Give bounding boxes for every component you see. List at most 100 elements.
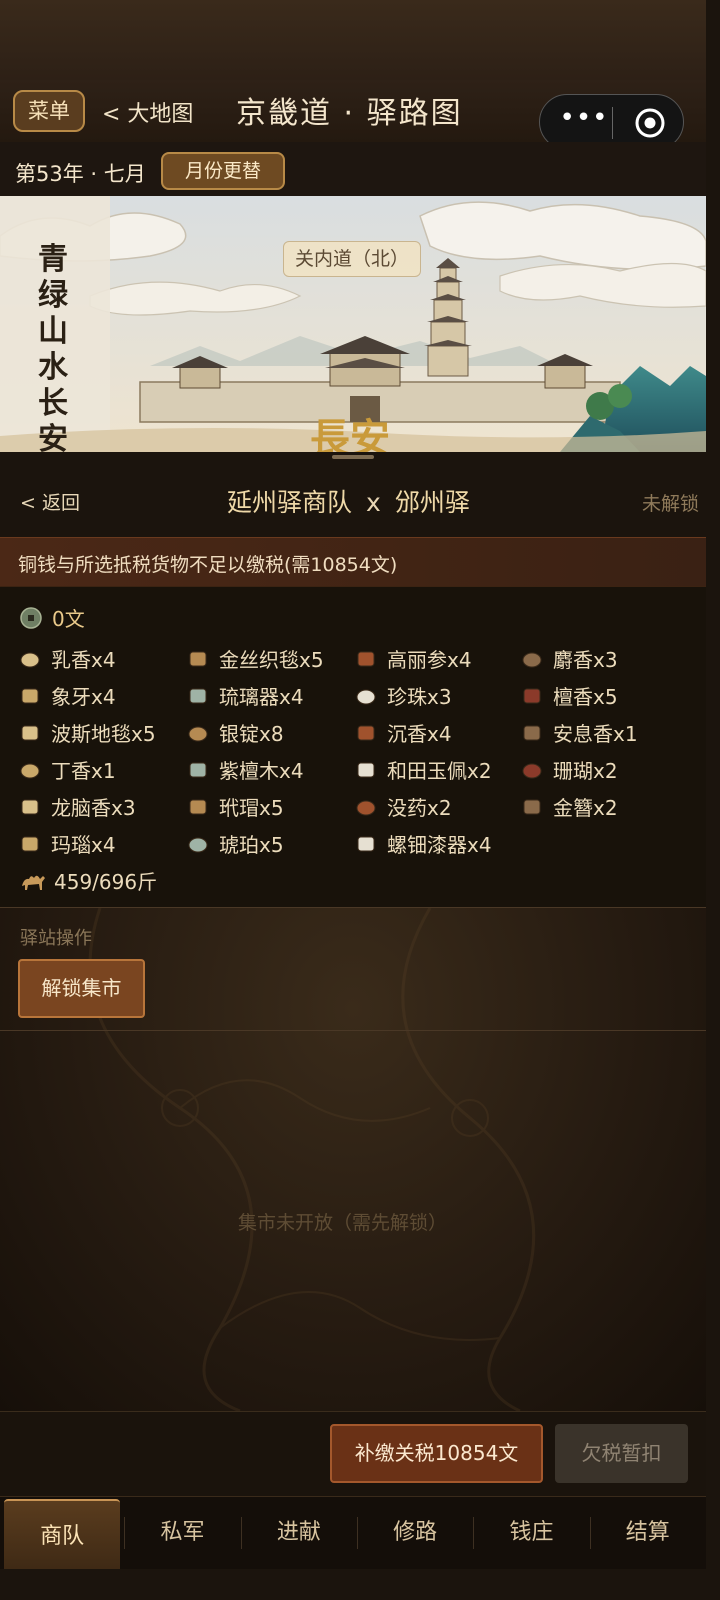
- back-button[interactable]: < 返回: [20, 488, 80, 515]
- goods-item[interactable]: 波斯地毯x5: [18, 714, 186, 751]
- goods-item[interactable]: 檀香x5: [520, 677, 686, 714]
- goods-label: 檀香x5: [553, 685, 618, 709]
- goods-label: 没药x2: [387, 796, 452, 820]
- coral-icon: [522, 763, 542, 778]
- capsule-divider: [612, 107, 613, 139]
- goods-label: 金丝织毯x5: [219, 648, 324, 672]
- goods-label: 高丽参x4: [387, 648, 472, 672]
- goods-item[interactable]: 高丽参x4: [354, 640, 520, 677]
- cargo-weight: 459/696斤: [54, 870, 158, 894]
- lock-status: 未解锁: [642, 493, 700, 515]
- bottom-tab-bar: 商队 私军 进献 修路 钱庄 结算: [0, 1496, 706, 1569]
- goods-label: 乳香x4: [51, 648, 116, 672]
- goods-label: 龙脑香x3: [51, 796, 136, 820]
- goods-item[interactable]: 安息香x1: [520, 714, 686, 751]
- goods-item[interactable]: 没药x2: [354, 788, 520, 825]
- goods-item[interactable]: 紫檀木x4: [186, 751, 354, 788]
- goods-item[interactable]: 银锭x8: [186, 714, 354, 751]
- goods-label: 银锭x8: [219, 722, 284, 746]
- copper-coin-icon: [20, 606, 42, 629]
- goods-label: 螺钿漆器x4: [387, 833, 492, 857]
- goods-item[interactable]: 玳瑁x5: [186, 788, 354, 825]
- goods-label: 象牙x4: [51, 685, 116, 709]
- agate-icon: [21, 836, 39, 851]
- cargo-weight-row: 459/696斤: [20, 866, 157, 895]
- goods-label: 琉璃器x4: [219, 685, 304, 709]
- unlock-market-button[interactable]: 解锁集市: [18, 959, 145, 1018]
- region-scene[interactable]: 長安: [0, 196, 706, 452]
- back-to-map-link[interactable]: < 大地图: [102, 96, 193, 128]
- tab-3[interactable]: 修路: [356, 1497, 473, 1569]
- glassware-icon: [189, 688, 207, 703]
- amber-icon: [188, 837, 208, 852]
- region-caption: 关内道（北）: [283, 241, 421, 277]
- tax-warning-text: 铜钱与所选抵税货物不足以缴税(需10854文): [18, 554, 398, 576]
- ivory-icon: [21, 688, 39, 703]
- frankincense-icon: [20, 652, 40, 667]
- pearl-icon: [356, 689, 376, 704]
- goods-label: 金簪x2: [553, 796, 618, 820]
- myrrh-icon: [356, 800, 376, 815]
- market-empty-text: 集市未开放（需先解锁）: [238, 1212, 448, 1234]
- goods-label: 麝香x3: [553, 648, 618, 672]
- clove-icon: [20, 763, 40, 778]
- goods-label: 沉香x4: [387, 722, 452, 746]
- lacquerware-icon: [357, 836, 375, 851]
- goods-label: 紫檀木x4: [219, 759, 304, 783]
- goods-item[interactable]: 玛瑙x4: [18, 825, 186, 862]
- scene-side-text: 青绿山水长安: [38, 242, 68, 457]
- goods-item[interactable]: 象牙x4: [18, 677, 186, 714]
- defer-tax-button[interactable]: 欠税暂扣: [555, 1424, 688, 1483]
- goods-item[interactable]: 珍珠x3: [354, 677, 520, 714]
- status-bar: [0, 0, 706, 80]
- goods-item[interactable]: 琥珀x5: [186, 825, 354, 862]
- goods-label: 和田玉佩x2: [387, 759, 492, 783]
- goods-item[interactable]: 龙脑香x3: [18, 788, 186, 825]
- goods-grid: 乳香x4 金丝织毯x5 高丽参x4 麝香x3 象牙x4 琉璃器x4 珍珠x3 檀香x5 波斯地毯…: [18, 640, 698, 862]
- benzoin-icon: [523, 725, 541, 740]
- city-text: 長安: [310, 415, 390, 452]
- goods-item[interactable]: 麝香x3: [520, 640, 686, 677]
- goods-label: 安息香x1: [553, 722, 638, 746]
- goods-item[interactable]: 沉香x4: [354, 714, 520, 751]
- camel-icon: [22, 875, 45, 890]
- goods-item[interactable]: 珊瑚x2: [520, 751, 686, 788]
- goods-item[interactable]: 丁香x1: [18, 751, 186, 788]
- tab-4[interactable]: 钱庄: [473, 1497, 589, 1569]
- persian-rug-icon: [21, 725, 39, 740]
- goods-item[interactable]: 螺钿漆器x4: [354, 825, 520, 862]
- money-row: 0文: [20, 603, 85, 632]
- drag-handle[interactable]: [332, 455, 374, 459]
- pay-tax-button[interactable]: 补缴关税10854文: [330, 1424, 543, 1483]
- goods-item[interactable]: 金簪x2: [520, 788, 686, 825]
- page-title: 京畿道 · 驿路图: [236, 96, 463, 131]
- tab-2[interactable]: 进献: [240, 1497, 357, 1569]
- advance-month-button[interactable]: 月份更替: [161, 152, 285, 190]
- chang-an-landscape-illustration: 長安: [0, 196, 706, 452]
- goods-item[interactable]: 和田玉佩x2: [354, 751, 520, 788]
- money-amount: 0文: [52, 607, 85, 631]
- musk-icon: [522, 652, 542, 667]
- tab-0[interactable]: 商队: [4, 1499, 121, 1569]
- gold-hairpin-icon: [523, 799, 541, 814]
- game-date: 第53年 · 七月: [15, 162, 146, 186]
- goods-item[interactable]: 金丝织毯x5: [186, 640, 354, 677]
- menu-button[interactable]: 菜单: [13, 90, 85, 132]
- silver-ingot-icon: [188, 726, 208, 741]
- route-separator: x: [366, 488, 381, 517]
- goods-item[interactable]: 琉璃器x4: [186, 677, 354, 714]
- goods-label: 波斯地毯x5: [51, 722, 156, 746]
- goods-label: 玛瑙x4: [51, 833, 116, 857]
- sandalwood-icon: [523, 688, 541, 703]
- divider: [0, 1030, 706, 1031]
- goods-item[interactable]: 乳香x4: [18, 640, 186, 677]
- more-options-icon[interactable]: •••: [556, 103, 612, 133]
- route-title: 延州驿商队 x 邠州驿: [227, 483, 470, 519]
- tab-1[interactable]: 私军: [124, 1497, 240, 1569]
- gold-carpet-icon: [189, 651, 207, 666]
- goods-label: 珊瑚x2: [553, 759, 618, 783]
- tab-5[interactable]: 结算: [589, 1497, 706, 1569]
- jade-pendant-icon: [357, 762, 375, 777]
- close-miniprogram-icon[interactable]: [634, 107, 666, 139]
- goods-label: 玳瑁x5: [219, 796, 284, 820]
